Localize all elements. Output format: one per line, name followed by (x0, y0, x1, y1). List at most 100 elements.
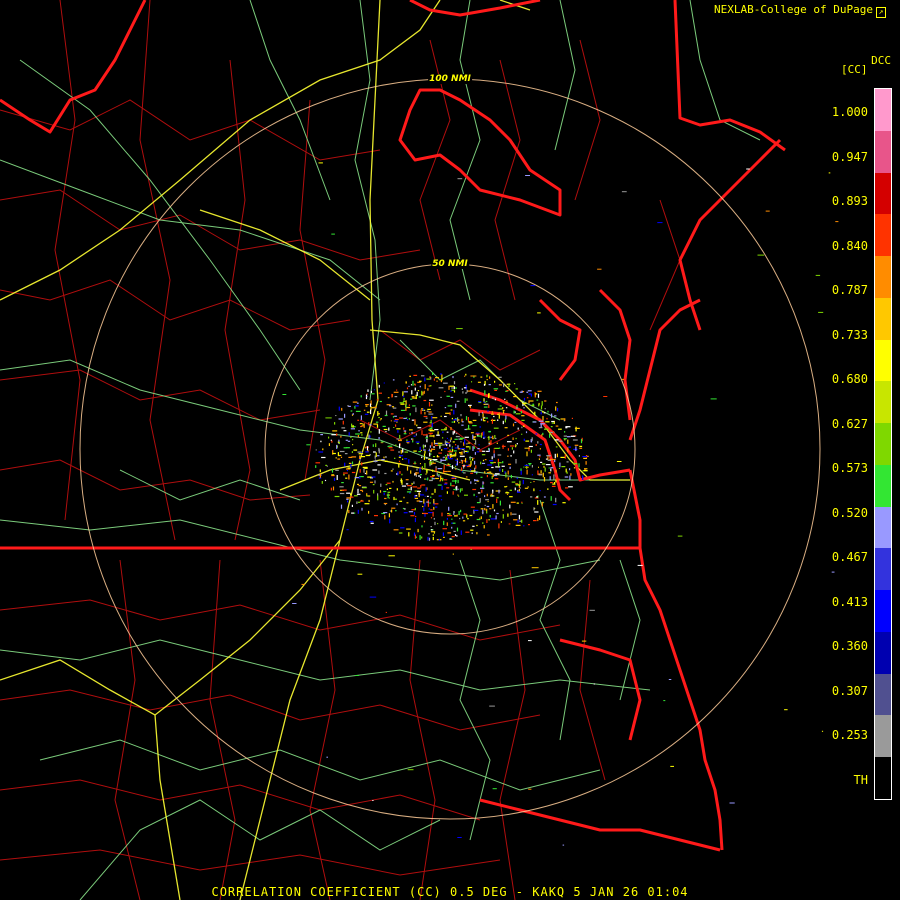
echo-pixel (431, 404, 433, 406)
color-scale-tick-label: 0.893 (831, 194, 868, 208)
echo-pixel (348, 405, 351, 407)
echo-pixel (366, 411, 370, 413)
echo-pixel (541, 434, 543, 437)
echo-pixel (450, 427, 452, 431)
echo-pixel (425, 487, 427, 492)
echo-pixel (346, 498, 349, 500)
echo-pixel (319, 473, 321, 478)
echo-pixel (417, 528, 419, 533)
echo-pixel (490, 482, 494, 484)
echo-pixel (486, 493, 488, 497)
echo-pixel (453, 419, 458, 421)
echo-pixel (545, 464, 551, 466)
echo-pixel (504, 398, 506, 400)
echo-pixel (465, 476, 468, 478)
echo-pixel (443, 470, 448, 473)
echo-pixel (485, 400, 488, 403)
echo-pixel (448, 506, 450, 511)
echo-pixel (363, 468, 365, 473)
echo-pixel (372, 800, 374, 801)
color-scale-segment (875, 172, 891, 215)
echo-pixel (430, 526, 432, 528)
echo-pixel (442, 532, 444, 536)
echo-pixel (499, 447, 501, 449)
echo-pixel (482, 436, 486, 438)
echo-pixel (337, 441, 339, 443)
echo-pixel (568, 446, 571, 448)
echo-pixel (458, 422, 460, 424)
echo-pixel (348, 432, 350, 436)
echo-pixel (383, 382, 385, 384)
echo-pixel (421, 430, 423, 436)
echo-pixel (440, 373, 442, 375)
echo-pixel (364, 447, 367, 449)
radar-map (0, 0, 900, 900)
echo-pixel (514, 487, 516, 491)
echo-pixel (374, 515, 378, 517)
echo-pixel (440, 429, 446, 431)
echo-pixel (399, 434, 401, 439)
echo-pixel (351, 423, 353, 428)
echo-pixel (423, 456, 425, 460)
external-link-icon[interactable]: ↗ (876, 7, 886, 18)
echo-pixel (478, 401, 482, 403)
echo-pixel (455, 387, 457, 389)
echo-pixel (486, 379, 488, 381)
echo-pixel (339, 450, 345, 453)
echo-pixel (390, 413, 394, 415)
echo-pixel (339, 486, 344, 488)
echo-pixel (488, 404, 490, 408)
echo-pixel (334, 422, 336, 425)
echo-pixel (428, 448, 431, 452)
echo-pixel (420, 449, 422, 451)
echo-pixel (331, 468, 334, 473)
echo-pixel (377, 464, 381, 466)
echo-pixel (427, 408, 431, 410)
echo-pixel (483, 416, 485, 419)
color-scale-tick-label: 0.360 (831, 639, 868, 653)
echo-pixel (370, 522, 374, 524)
echo-pixel (583, 457, 587, 459)
echo-pixel (463, 450, 465, 454)
echo-pixel (467, 417, 469, 422)
echo-pixel (441, 512, 443, 517)
echo-pixel (445, 455, 447, 457)
echo-pixel (464, 494, 468, 496)
echo-pixel (473, 493, 475, 497)
echo-pixel (373, 389, 375, 391)
echo-pixel (479, 517, 481, 519)
echo-pixel (421, 456, 423, 459)
echo-pixel (488, 448, 490, 452)
echo-pixel (424, 384, 426, 390)
credit-text[interactable]: NEXLAB-College of DuPage ↗ (714, 3, 886, 18)
echo-pixel (369, 403, 372, 407)
echo-pixel (355, 405, 359, 407)
echo-pixel (380, 441, 384, 443)
echo-pixel (357, 501, 361, 503)
echo-pixel (509, 467, 511, 469)
color-scale-segment (875, 590, 891, 633)
echo-pixel (352, 438, 354, 441)
echo-pixel (535, 393, 538, 395)
echo-pixel (528, 640, 532, 642)
echo-pixel (453, 513, 455, 515)
echo-pixel (517, 427, 519, 430)
echo-pixel (378, 392, 382, 394)
echo-pixel (541, 411, 544, 413)
echo-pixel (547, 488, 549, 490)
echo-pixel (455, 452, 457, 457)
echo-pixel (403, 395, 405, 398)
echo-pixel (392, 468, 394, 470)
color-scale-tick-label: 0.253 (831, 728, 868, 742)
echo-pixel (677, 535, 683, 537)
echo-pixel (472, 446, 474, 451)
echo-pixel (516, 443, 518, 445)
echo-pixel (448, 458, 453, 460)
echo-pixel (442, 528, 447, 530)
echo-pixel (315, 449, 317, 451)
echo-pixel (530, 496, 533, 498)
echo-pixel (494, 389, 497, 391)
echo-pixel (462, 471, 464, 473)
echo-pixel (455, 479, 457, 484)
echo-pixel (461, 388, 463, 390)
